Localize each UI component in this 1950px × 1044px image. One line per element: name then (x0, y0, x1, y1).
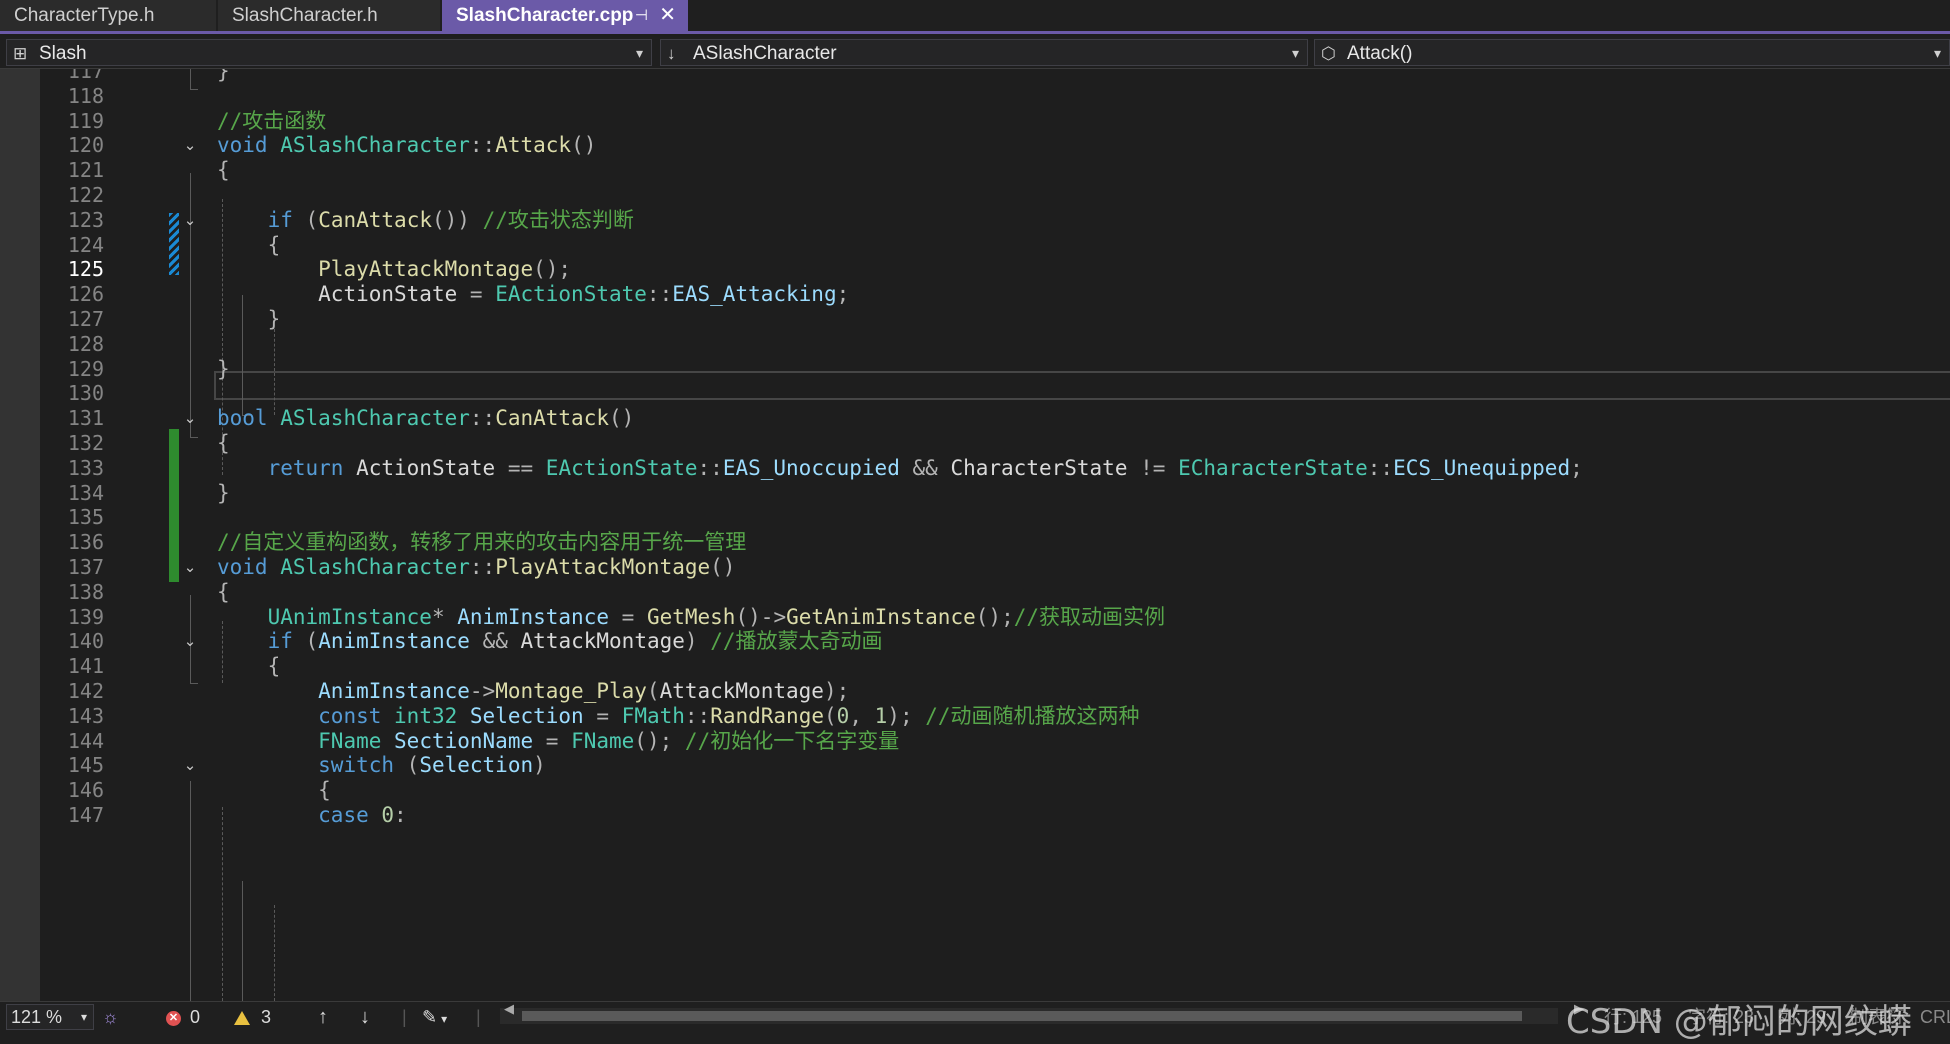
next-issue-arrow-icon[interactable]: ↓ (360, 1002, 370, 1032)
code-line[interactable]: 147 case 0: (0, 800, 1950, 831)
error-count-button[interactable]: ✕ 0 (166, 1002, 200, 1032)
code-cleanup-brush-icon[interactable]: ✎ ▾ (422, 1002, 447, 1032)
status-bar: 121 % ▾ ☼ ✕ 0 3 ↑ ↓ | ✎ ▾ | ◀ ▶ 行: 125 字符… (0, 1001, 1950, 1044)
csdn-watermark: CSDN @郁闷的网纹蟒 (1566, 1002, 1912, 1042)
class-icon: ↓ (667, 44, 676, 63)
class-label: ASlashCharacter (693, 43, 837, 64)
class-dropdown[interactable]: ↓ ASlashCharacter ▾ (660, 39, 1308, 66)
scroll-left-icon[interactable]: ◀ (504, 1001, 514, 1017)
chevron-down-icon: ▾ (1933, 45, 1941, 61)
error-icon: ✕ (166, 1010, 181, 1026)
navigation-bar: ⊞ Slash ▾ ↓ ASlashCharacter ▾ ⬡ Attack()… (0, 37, 1950, 69)
method-cube-icon: ⬡ (1321, 44, 1336, 63)
project-label: Slash (39, 43, 87, 64)
intellicode-icon[interactable]: ☼ (102, 1002, 119, 1032)
project-dropdown[interactable]: ⊞ Slash ▾ (6, 39, 652, 66)
member-dropdown[interactable]: ⬡ Attack() ▾ (1314, 39, 1950, 66)
horizontal-scrollbar-thumb[interactable] (522, 1011, 1522, 1021)
warning-count: 3 (261, 1007, 272, 1027)
zoom-dropdown[interactable]: 121 % ▾ (6, 1004, 94, 1030)
indent-guide (274, 905, 275, 1001)
status-divider: | (402, 1007, 407, 1027)
outline-guide (242, 881, 243, 1001)
tab-charactertype-h[interactable]: CharacterType.h (0, 0, 216, 31)
tab-slashcharacter-h[interactable]: SlashCharacter.h (218, 0, 440, 31)
line-number: 147 (67, 803, 104, 827)
previous-issue-arrow-icon[interactable]: ↑ (318, 1002, 328, 1032)
tab-label: SlashCharacter.cpp (456, 5, 634, 26)
line-ending-indicator[interactable]: CRLF (1920, 1002, 1950, 1032)
tab-label: SlashCharacter.h (232, 5, 378, 26)
chevron-down-icon: ▾ (80, 1010, 87, 1024)
warning-icon (234, 1011, 250, 1026)
tab-label: CharacterType.h (14, 5, 155, 26)
tab-slashcharacter-cpp[interactable]: SlashCharacter.cpp ⊣ ✕ (442, 0, 688, 31)
close-icon[interactable]: ✕ (659, 0, 676, 31)
zoom-level: 121 % (11, 1007, 63, 1027)
document-tab-bar: CharacterType.h SlashCharacter.h SlashCh… (0, 0, 1950, 34)
code-editor[interactable]: 117} 118 119//攻击函数 120 ⌄ void ASlashCharacter… (0, 69, 1950, 1001)
member-label: Attack() (1347, 43, 1413, 64)
indent-guide (222, 807, 223, 1001)
chevron-down-icon: ▾ (1291, 45, 1299, 61)
warning-count-button[interactable]: 3 (234, 1002, 271, 1032)
status-divider: | (476, 1007, 481, 1027)
pin-icon[interactable]: ⊣ (635, 0, 648, 31)
error-count: 0 (190, 1007, 201, 1027)
project-icon: ⊞ (13, 44, 28, 63)
chevron-down-icon: ▾ (635, 45, 643, 61)
code-text: case 0: (318, 803, 407, 827)
horizontal-scrollbar[interactable]: ◀ ▶ (500, 1001, 1584, 1024)
